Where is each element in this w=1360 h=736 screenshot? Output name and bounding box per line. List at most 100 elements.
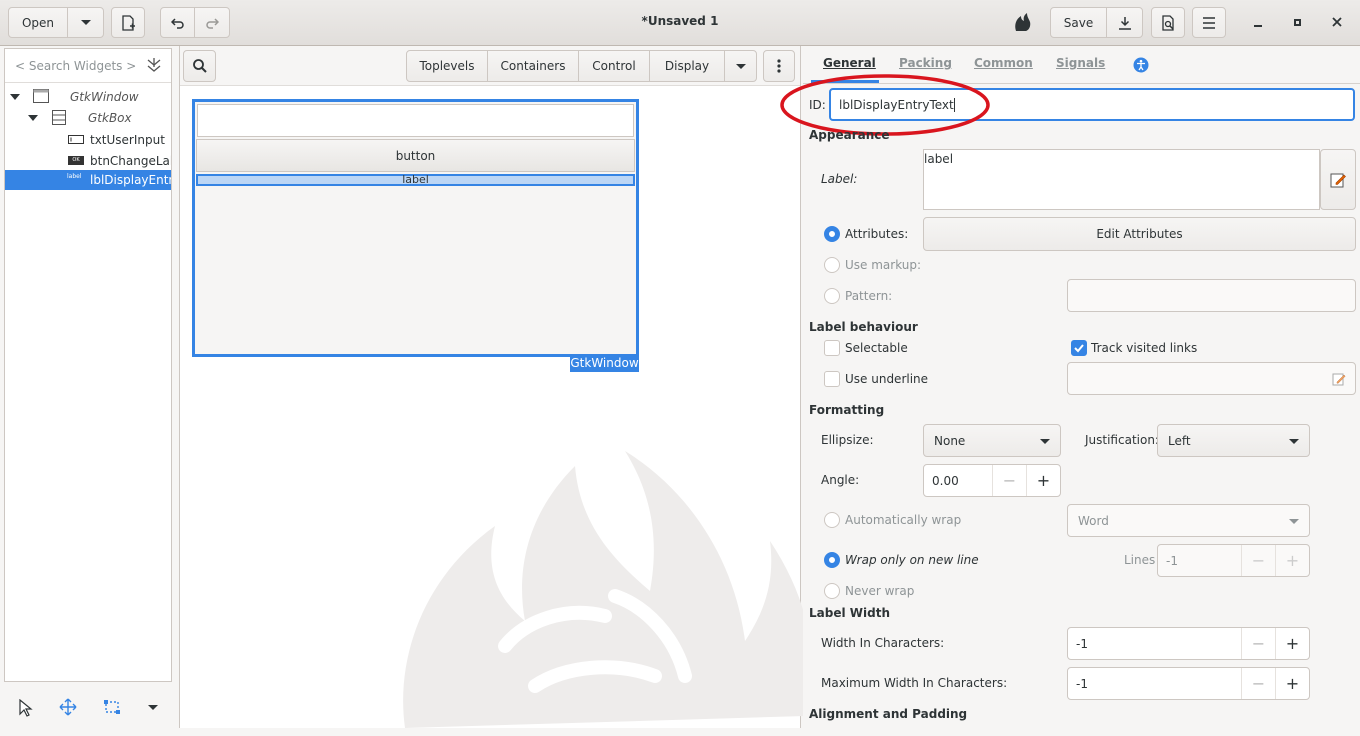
preview-button[interactable] (1151, 7, 1185, 38)
never-wrap-radio[interactable] (824, 583, 840, 599)
width-chars-increment-button[interactable]: + (1275, 628, 1309, 659)
edit-icon[interactable] (1332, 372, 1346, 386)
mnemonic-widget-field[interactable] (1067, 362, 1356, 395)
use-markup-label: Use markup: (845, 258, 922, 272)
search-icon (192, 59, 207, 73)
accessibility-icon[interactable] (1133, 57, 1149, 73)
tree-item-label: GtkWindow (70, 89, 139, 104)
preview-window[interactable]: button label (192, 99, 639, 357)
select-pointer-icon[interactable] (19, 699, 33, 717)
widget-tree-panel: < Search Widgets > GtkWindow GtkBox txtU… (4, 48, 172, 682)
pattern-radio[interactable] (824, 288, 840, 304)
more-categories-button[interactable] (724, 50, 757, 82)
undo-button[interactable] (160, 7, 195, 38)
preview-label[interactable]: label (196, 174, 635, 186)
justification-value: Left (1168, 433, 1191, 448)
tab-display[interactable]: Display (649, 50, 725, 82)
use-underline-label: Use underline (845, 372, 929, 386)
max-width-chars-spinner[interactable]: -1 − + (1067, 667, 1310, 700)
justification-combo[interactable]: Left (1157, 424, 1310, 457)
auto-wrap-radio[interactable] (824, 512, 840, 528)
auto-wrap-label: Automatically wrap (845, 513, 962, 527)
palette-toolbar: Toplevels Containers Control Display (180, 46, 800, 86)
use-underline-checkbox[interactable] (824, 371, 840, 387)
open-button[interactable]: Open (8, 7, 68, 38)
add-widget-icon[interactable] (146, 57, 162, 75)
edit-text-icon (1330, 173, 1346, 187)
label-text-area[interactable]: label (923, 149, 1320, 210)
design-area-panel: Toplevels Containers Control Display but… (179, 46, 805, 728)
tree-item-gtkbox[interactable]: GtkBox (5, 107, 171, 128)
tab-packing[interactable]: Packing (899, 56, 952, 70)
selectable-checkbox[interactable] (824, 340, 840, 356)
tree-item-label: lblDisplayEntryText (90, 173, 171, 187)
angle-spinner[interactable]: 0.00 − + (923, 464, 1061, 497)
tree-item-gtkwindow[interactable]: GtkWindow (5, 86, 171, 107)
pattern-label: Pattern: (845, 289, 893, 303)
tab-containers[interactable]: Containers (487, 50, 579, 82)
chevron-down-icon (735, 63, 746, 69)
tree-item-txtuserinput[interactable]: txtUserInput (5, 129, 171, 150)
tab-general[interactable]: General (823, 56, 876, 70)
attributes-radio[interactable] (824, 226, 840, 242)
preview-button[interactable]: button (196, 139, 635, 172)
max-width-chars-decrement-button[interactable]: − (1241, 668, 1275, 699)
lines-increment-button[interactable]: + (1275, 545, 1309, 576)
angle-value: 0.00 (932, 473, 959, 488)
tree-item-lbldisplayentrytext[interactable]: label lblDisplayEntryText (5, 170, 171, 190)
save-as-button[interactable] (1106, 7, 1143, 38)
edit-label-text-button[interactable] (1320, 149, 1356, 210)
alignment-padding-heading: Alignment and Padding (809, 707, 968, 721)
appearance-heading: Appearance (809, 128, 890, 142)
tab-toplevels[interactable]: Toplevels (406, 50, 488, 82)
tab-control[interactable]: Control (578, 50, 650, 82)
drag-resize-icon[interactable] (59, 698, 77, 716)
preview-entry[interactable] (197, 104, 634, 137)
expander-open-icon[interactable] (28, 115, 38, 121)
minimize-button[interactable] (1244, 8, 1272, 36)
pattern-field[interactable] (1067, 279, 1356, 312)
window-title: *Unsaved 1 (641, 14, 719, 28)
edit-attributes-button[interactable]: Edit Attributes (923, 217, 1356, 251)
wrap-mode-combo[interactable]: Word (1067, 504, 1310, 537)
search-widgets-placeholder: < Search Widgets > (15, 59, 137, 73)
maximize-button[interactable] (1283, 8, 1311, 36)
recent-dropdown-button[interactable] (67, 7, 104, 38)
search-palette-button[interactable] (183, 50, 216, 82)
tab-signals[interactable]: Signals (1056, 56, 1105, 70)
chevron-down-icon[interactable] (148, 705, 158, 710)
lines-decrement-button[interactable]: − (1241, 545, 1275, 576)
minimize-icon (1254, 25, 1262, 27)
use-markup-radio[interactable] (824, 257, 840, 273)
expander-open-icon[interactable] (10, 94, 20, 100)
hamburger-icon (1203, 16, 1215, 29)
new-document-icon (122, 14, 135, 31)
angle-increment-button[interactable]: + (1026, 465, 1060, 496)
width-chars-label: Width In Characters: (821, 636, 945, 650)
redo-button[interactable] (194, 7, 230, 38)
angle-decrement-button[interactable]: − (992, 465, 1026, 496)
wrap-new-line-radio[interactable] (824, 552, 840, 568)
max-width-chars-increment-button[interactable]: + (1275, 668, 1309, 699)
new-project-button[interactable] (111, 7, 145, 38)
close-button[interactable] (1323, 8, 1351, 36)
save-button[interactable]: Save (1050, 7, 1107, 38)
ellipsize-combo[interactable]: None (923, 424, 1061, 457)
search-widgets-field[interactable]: < Search Widgets > (5, 49, 171, 83)
width-chars-value: -1 (1076, 636, 1088, 651)
label-icon: label (67, 173, 82, 180)
main-menu-button[interactable] (1192, 7, 1226, 38)
tree-item-btnchangelabel[interactable]: OK btnChangeLabel (5, 150, 171, 171)
lines-spinner[interactable]: -1 − + (1157, 544, 1310, 577)
width-chars-decrement-button[interactable]: − (1241, 628, 1275, 659)
track-visited-checkbox[interactable] (1071, 340, 1087, 356)
vertical-dots-icon (777, 59, 781, 73)
margin-edit-icon[interactable] (102, 698, 122, 716)
header-bar: Open *Unsaved 1 Save (0, 0, 1360, 46)
tab-common[interactable]: Common (974, 56, 1033, 70)
label-width-heading: Label Width (809, 606, 890, 620)
redo-icon (206, 17, 219, 29)
preview-icon (1162, 14, 1174, 31)
width-chars-spinner[interactable]: -1 − + (1067, 627, 1310, 660)
scrollbar[interactable] (1352, 86, 1356, 686)
